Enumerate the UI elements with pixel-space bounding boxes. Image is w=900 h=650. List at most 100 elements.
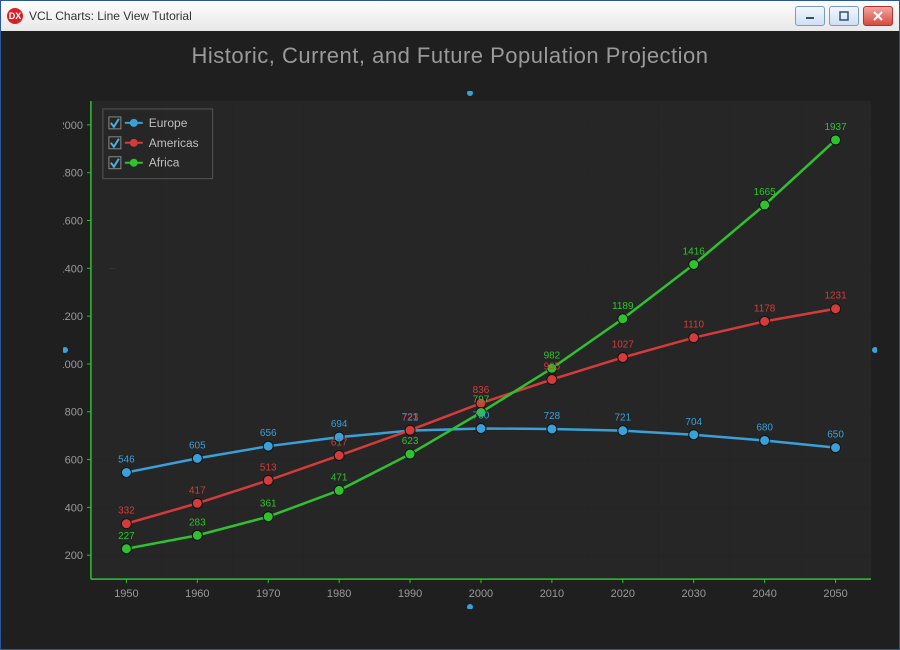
data-point[interactable]	[618, 426, 628, 436]
data-label: 471	[331, 472, 348, 483]
data-label: 1027	[612, 340, 635, 351]
data-point[interactable]	[121, 468, 131, 478]
svg-text:1980: 1980	[327, 588, 351, 600]
data-point[interactable]	[618, 353, 628, 363]
data-point[interactable]	[263, 441, 273, 451]
svg-text:200: 200	[65, 550, 83, 562]
data-point[interactable]	[405, 449, 415, 459]
data-label: 694	[331, 419, 348, 430]
svg-text:2010: 2010	[540, 588, 564, 600]
data-point[interactable]	[263, 475, 273, 485]
data-point[interactable]	[334, 485, 344, 495]
data-label: 417	[189, 485, 206, 496]
data-label: 680	[756, 422, 773, 433]
data-point[interactable]	[689, 260, 699, 270]
data-label: 935	[544, 362, 561, 373]
data-point[interactable]	[192, 530, 202, 540]
data-label: 605	[189, 440, 206, 451]
resize-handle-top[interactable]	[467, 91, 473, 96]
svg-text:2050: 2050	[823, 588, 847, 600]
svg-text:2030: 2030	[682, 588, 706, 600]
resize-handle-bottom[interactable]	[467, 604, 473, 609]
data-label: 623	[402, 436, 419, 447]
data-label: 513	[260, 462, 277, 473]
chart-svg: 200400600800100012001400160018002000 195…	[63, 91, 877, 609]
svg-text:1800: 1800	[63, 168, 83, 180]
data-label: 1189	[612, 301, 634, 312]
resize-handle-left[interactable]	[63, 347, 68, 353]
data-point[interactable]	[405, 425, 415, 435]
svg-text:400: 400	[65, 502, 83, 514]
minimize-icon	[805, 11, 815, 21]
data-point[interactable]	[263, 512, 273, 522]
svg-text:1970: 1970	[256, 588, 280, 600]
close-button[interactable]	[863, 6, 893, 26]
chart-title: Historic, Current, and Future Population…	[1, 43, 899, 69]
data-label: 546	[118, 455, 135, 466]
data-point[interactable]	[689, 430, 699, 440]
legend-label: Africa	[149, 156, 180, 170]
data-label: 1937	[824, 122, 847, 133]
data-label: 1231	[824, 291, 847, 302]
data-label: 1178	[754, 303, 776, 314]
svg-text:1950: 1950	[114, 588, 138, 600]
svg-text:1000: 1000	[63, 359, 83, 371]
data-point[interactable]	[760, 316, 770, 326]
svg-text:1990: 1990	[398, 588, 422, 600]
data-label: 617	[331, 438, 348, 449]
data-point[interactable]	[476, 424, 486, 434]
data-point[interactable]	[831, 443, 841, 453]
data-label: 730	[473, 411, 490, 422]
data-point[interactable]	[831, 135, 841, 145]
data-point[interactable]	[547, 424, 557, 434]
data-label: 728	[544, 411, 561, 422]
data-label: 361	[260, 499, 277, 510]
app-window: DX VCL Charts: Line View Tutorial Histor…	[0, 0, 900, 650]
data-label: 1110	[683, 320, 704, 331]
app-icon: DX	[7, 8, 23, 24]
window-title: VCL Charts: Line View Tutorial	[29, 9, 192, 23]
data-label: 797	[473, 395, 490, 406]
data-point[interactable]	[334, 451, 344, 461]
data-label: 704	[685, 417, 702, 428]
chart-client: Historic, Current, and Future Population…	[1, 31, 899, 649]
data-point[interactable]	[192, 453, 202, 463]
data-label: 1665	[754, 187, 777, 198]
data-label: 1416	[683, 247, 706, 258]
data-point[interactable]	[618, 314, 628, 324]
resize-handle-right[interactable]	[872, 347, 877, 353]
data-label: 982	[544, 350, 561, 361]
data-label: 650	[827, 430, 844, 441]
data-label: 332	[118, 506, 135, 517]
chart-plot[interactable]: 200400600800100012001400160018002000 195…	[63, 91, 877, 609]
data-label: 283	[189, 517, 206, 528]
data-point[interactable]	[689, 333, 699, 343]
data-label: 723	[402, 412, 419, 423]
close-icon	[873, 11, 883, 21]
data-point[interactable]	[121, 519, 131, 529]
svg-text:2040: 2040	[752, 588, 776, 600]
legend-label: Americas	[149, 136, 199, 150]
data-label: 656	[260, 428, 277, 439]
minimize-button[interactable]	[795, 6, 825, 26]
legend-label: Europe	[149, 116, 188, 130]
svg-text:1200: 1200	[63, 311, 83, 323]
svg-text:1400: 1400	[63, 263, 83, 275]
svg-text:800: 800	[65, 407, 83, 419]
titlebar[interactable]: DX VCL Charts: Line View Tutorial	[1, 1, 899, 32]
svg-text:2000: 2000	[469, 588, 493, 600]
data-point[interactable]	[192, 498, 202, 508]
data-point[interactable]	[547, 375, 557, 385]
svg-text:1600: 1600	[63, 215, 83, 227]
data-label: 227	[118, 531, 135, 542]
data-label: 721	[614, 413, 631, 424]
data-point[interactable]	[760, 200, 770, 210]
svg-text:2020: 2020	[611, 588, 635, 600]
data-point[interactable]	[760, 435, 770, 445]
svg-text:1960: 1960	[185, 588, 209, 600]
svg-text:2000: 2000	[63, 120, 83, 132]
maximize-icon	[839, 11, 849, 21]
maximize-button[interactable]	[829, 6, 859, 26]
data-point[interactable]	[121, 544, 131, 554]
data-point[interactable]	[831, 304, 841, 314]
